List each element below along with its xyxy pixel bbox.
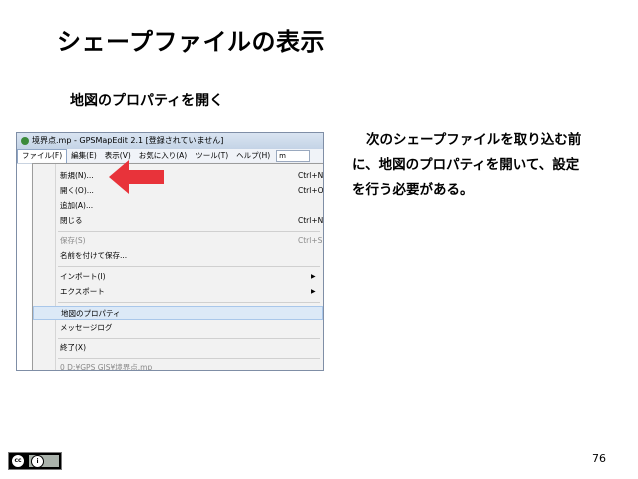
submenu-arrow-icon: ▶ (311, 288, 316, 295)
menu-item-label: エクスポート (60, 287, 105, 296)
menu-item-label: 名前を付けて保存... (60, 251, 128, 260)
menu-item-save[interactable]: 保存(S) Ctrl+S (33, 234, 323, 248)
scale-combo[interactable]: m (276, 150, 311, 162)
menu-item-shortcut: Ctrl+N (298, 171, 324, 180)
menu-separator (58, 358, 320, 359)
menu-file[interactable]: ファイル(F) (17, 149, 68, 163)
menu-item-save-as[interactable]: 名前を付けて保存... (33, 249, 323, 263)
red-arrow-shape (109, 160, 164, 194)
description: 次のシェープファイルを取り込む前 に、地図のプロパティを開いて、設定 を行う必要… (352, 128, 632, 203)
menu-item-exit[interactable]: 終了(X) (33, 341, 323, 355)
menu-item-import[interactable]: インポート(I) ▶ (33, 270, 323, 284)
menu-item-label: 地図のプロパティ (61, 309, 121, 318)
menu-separator (58, 231, 320, 232)
app-screenshot: 境界点.mp - GPSMapEdit 2.1 [登録されていません] ファイル… (16, 132, 324, 371)
menu-item-shortcut: Ctrl+O (298, 186, 324, 195)
menu-item-message-log[interactable]: メッセージログ (33, 321, 323, 335)
menu-item-add[interactable]: 追加(A)... (33, 199, 323, 213)
app-icon (21, 137, 29, 145)
menu-item-label: 開く(O)... (60, 186, 94, 195)
person-icon: i (31, 455, 44, 468)
menubar: ファイル(F) 編集(E) 表示(V) お気に入り(A) ツール(T) ヘルプ(… (17, 149, 323, 164)
menu-item-label: 保存(S) (60, 236, 86, 245)
description-line-3: を行う必要がある。 (352, 182, 474, 198)
cc-by-icon: cc i (8, 452, 62, 470)
menu-separator (58, 302, 320, 303)
menu-item-export[interactable]: エクスポート ▶ (33, 285, 323, 299)
cc-circle-icon: cc (11, 454, 25, 468)
menu-item-label: 0 D:¥GPS GIS¥境界点.mp (60, 363, 153, 371)
description-line-1: 次のシェープファイルを取り込む前 (366, 132, 582, 148)
menu-item-open[interactable]: 開く(O)... Ctrl+O (33, 184, 323, 198)
menu-item-close[interactable]: 閉じる Ctrl+N (33, 214, 323, 228)
menu-item-label: 閉じる (60, 216, 83, 225)
menu-item-label: 新規(N)... (60, 171, 94, 180)
menu-item-shortcut: Ctrl+N (298, 216, 324, 225)
menu-item-shortcut: Ctrl+S (298, 236, 323, 245)
file-menu-dropdown: 新規(N)... Ctrl+N 開く(O)... Ctrl+O 追加(A)...… (32, 163, 323, 371)
page-number: 76 (592, 452, 606, 465)
menu-item-label: 終了(X) (60, 343, 86, 352)
menu-edit[interactable]: 編集(E) (67, 149, 101, 163)
menu-separator (58, 266, 320, 267)
menu-item-recent-file[interactable]: 0 D:¥GPS GIS¥境界点.mp (33, 361, 323, 371)
menu-item-new[interactable]: 新規(N)... Ctrl+N (33, 169, 323, 183)
slide-subtitle: 地図のプロパティを開く (70, 93, 224, 109)
menu-separator (58, 338, 320, 339)
menu-help[interactable]: ヘルプ(H) (232, 149, 274, 163)
menu-item-label: メッセージログ (60, 323, 113, 332)
menu-item-label: 追加(A)... (60, 201, 94, 210)
slide-title: シェープファイルの表示 (57, 28, 326, 56)
menu-item-map-properties[interactable]: 地図のプロパティ (33, 306, 323, 320)
submenu-arrow-icon: ▶ (311, 273, 316, 280)
red-arrow-icon (109, 160, 164, 194)
menu-item-label: インポート(I) (60, 272, 106, 281)
window-titlebar: 境界点.mp - GPSMapEdit 2.1 [登録されていません] (17, 133, 323, 149)
menu-tools[interactable]: ツール(T) (191, 149, 232, 163)
description-line-2: に、地図のプロパティを開いて、設定 (352, 157, 580, 173)
window-title: 境界点.mp - GPSMapEdit 2.1 [登録されていません] (32, 136, 224, 145)
by-part: i (29, 455, 59, 468)
